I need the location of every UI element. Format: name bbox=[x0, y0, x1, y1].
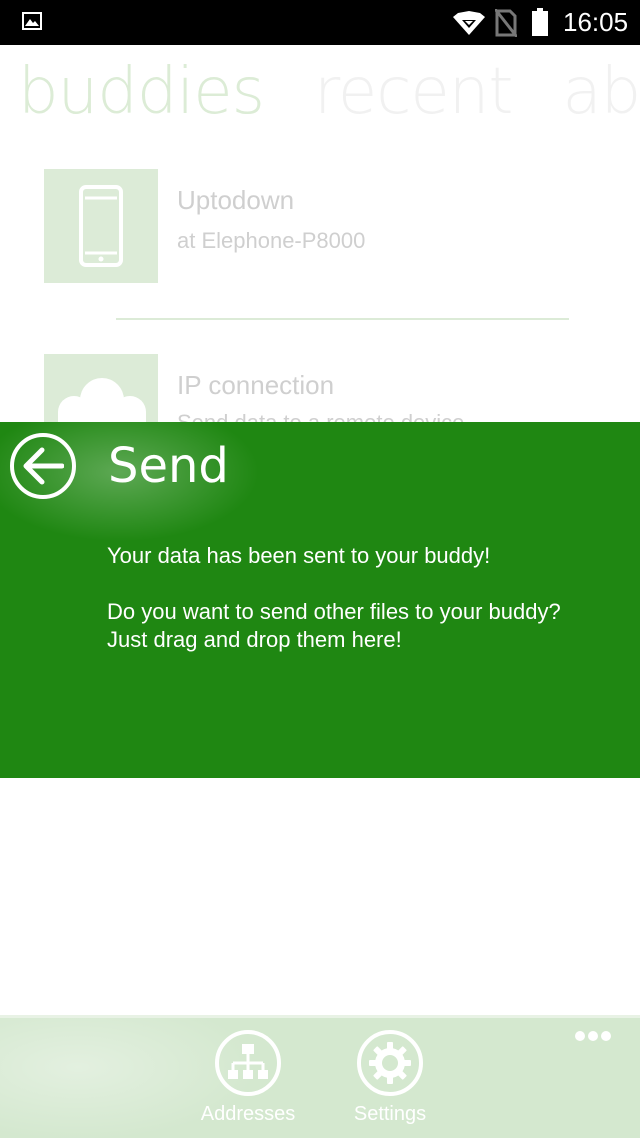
buddy-subtitle: at Elephone-P8000 bbox=[177, 228, 366, 253]
pivot-tab-buddies[interactable]: buddies bbox=[18, 55, 265, 129]
addresses-label[interactable]: Addresses bbox=[178, 1103, 318, 1126]
buddy-tile-uptodown[interactable] bbox=[44, 169, 158, 283]
gear-icon bbox=[369, 1042, 411, 1084]
cloud-icon bbox=[58, 378, 146, 422]
pivot-tab-about[interactable]: ab bbox=[562, 55, 640, 129]
settings-button[interactable] bbox=[357, 1030, 423, 1096]
status-bar: 16:05 bbox=[0, 0, 640, 45]
send-message-hint: Just drag and drop them here! bbox=[107, 627, 402, 652]
list-divider bbox=[116, 318, 569, 320]
send-message-sent: Your data has been sent to your buddy! bbox=[107, 543, 491, 568]
buddy-subtitle: Send data to a remote device bbox=[177, 410, 464, 422]
send-message-question: Do you want to send other files to your … bbox=[107, 599, 561, 624]
phone-icon bbox=[79, 185, 123, 267]
buddy-title: IP connection bbox=[177, 370, 335, 400]
send-panel[interactable]: Send Your data has been sent to your bud… bbox=[0, 422, 640, 778]
back-button[interactable] bbox=[10, 433, 76, 499]
send-title: Send bbox=[108, 438, 229, 494]
back-arrow-icon bbox=[23, 447, 64, 485]
pivot-header: buddies recent ab bbox=[18, 52, 640, 132]
pivot-tab-recent[interactable]: recent bbox=[314, 55, 513, 129]
gallery-notification-icon bbox=[22, 12, 42, 30]
buddy-title: Uptodown bbox=[177, 185, 295, 215]
wifi-icon bbox=[453, 11, 485, 35]
network-icon bbox=[228, 1044, 268, 1079]
status-time: 16:05 bbox=[563, 7, 629, 37]
addresses-button[interactable] bbox=[215, 1030, 281, 1096]
buddy-tile-ip-connection[interactable] bbox=[44, 354, 158, 422]
battery-icon bbox=[532, 8, 548, 36]
no-sim-icon bbox=[495, 9, 517, 37]
app-bar: Addresses Settings bbox=[0, 1015, 640, 1141]
more-options-icon[interactable] bbox=[575, 1028, 614, 1046]
settings-label[interactable]: Settings bbox=[320, 1103, 460, 1126]
